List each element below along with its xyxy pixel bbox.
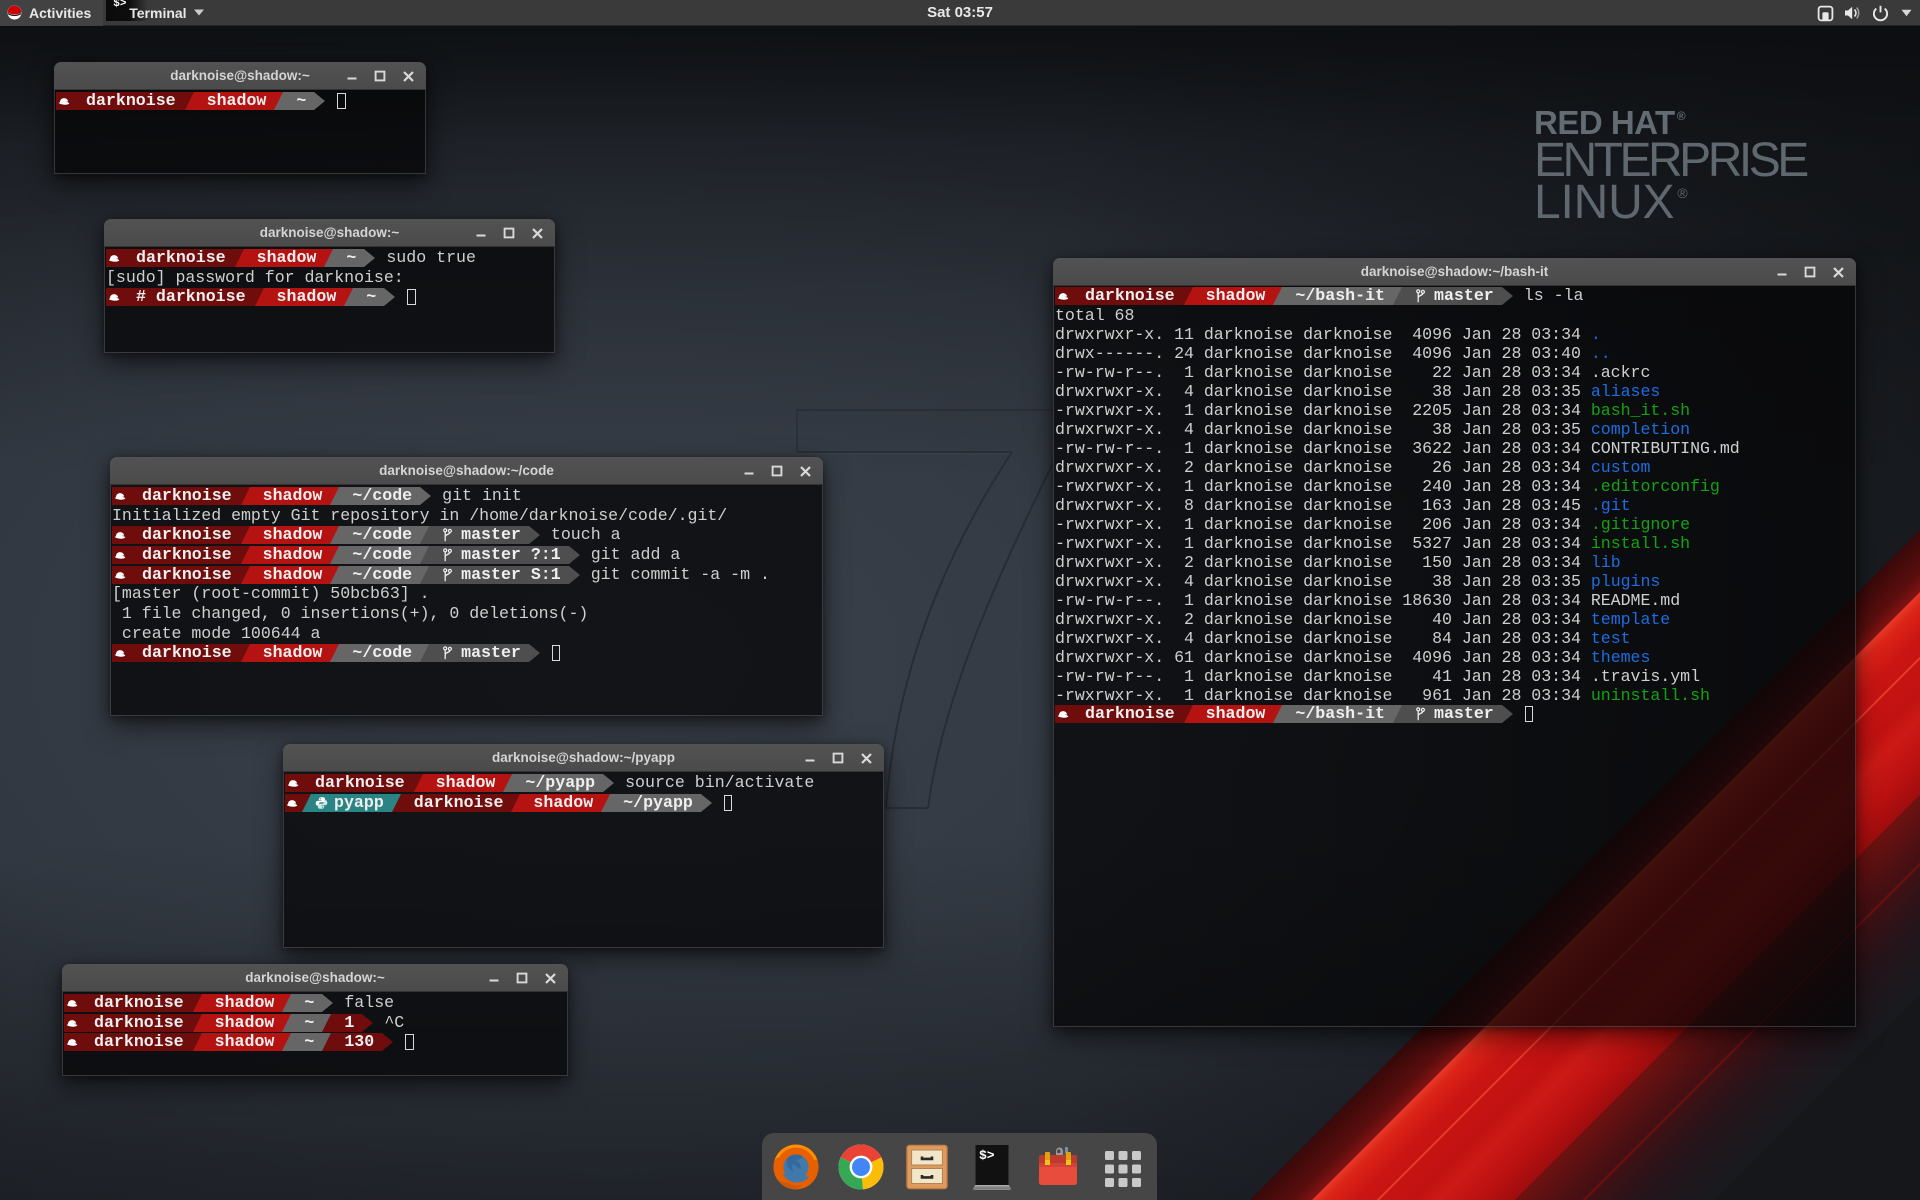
svg-text:$>: $> xyxy=(979,1148,995,1163)
